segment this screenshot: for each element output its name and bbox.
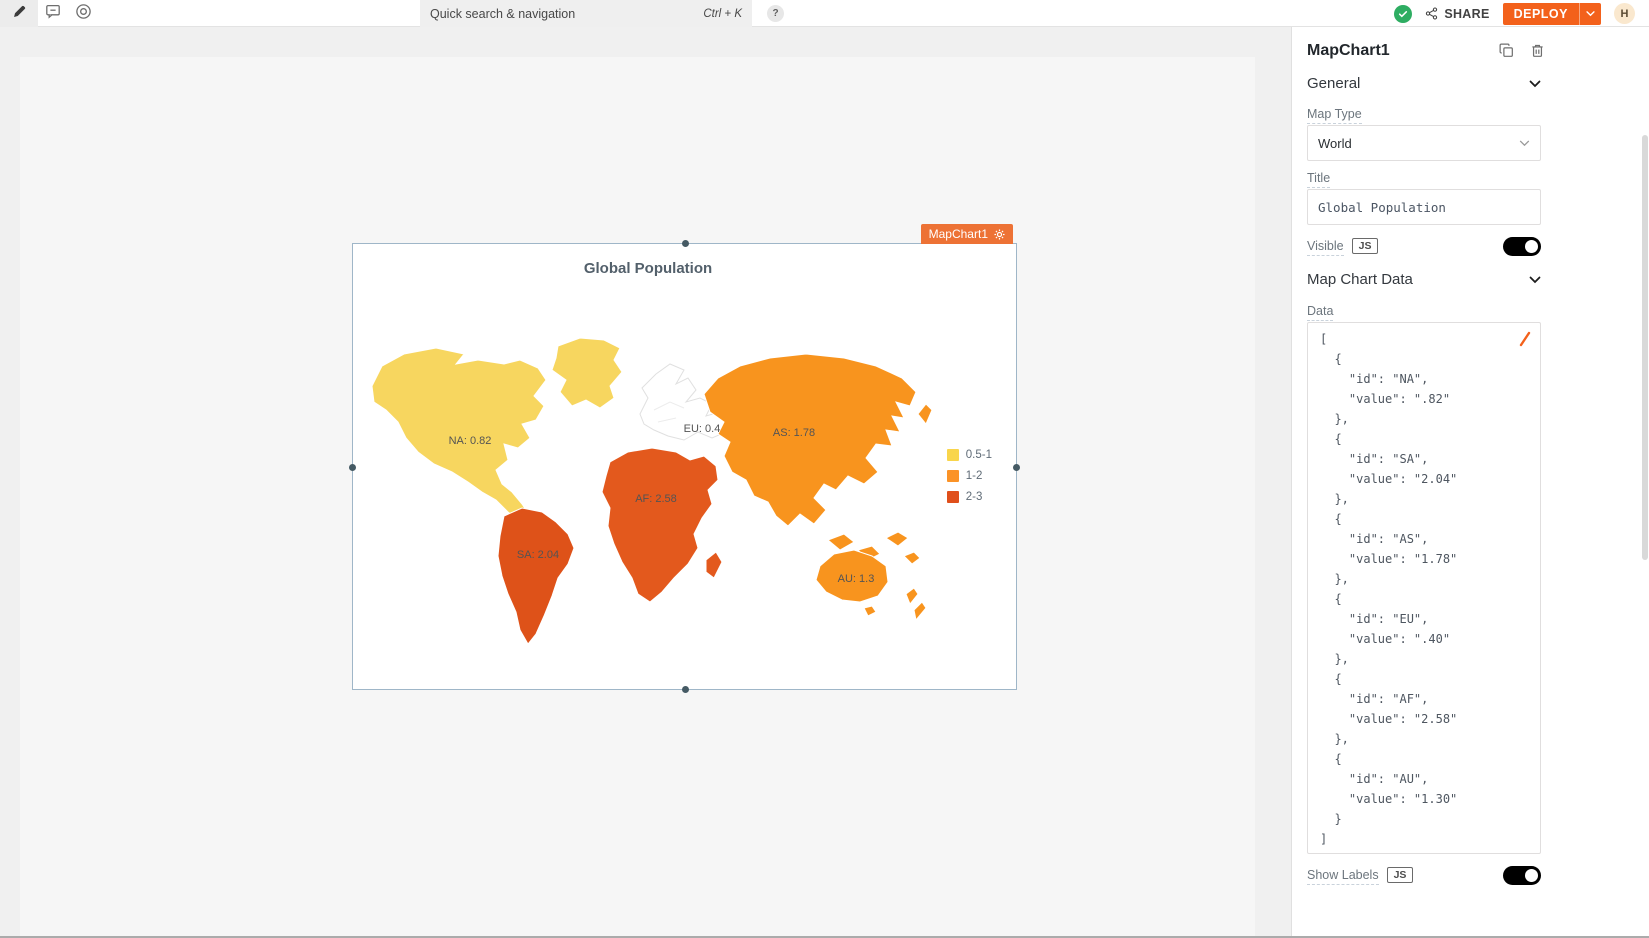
legend-item[interactable]: 2-3 xyxy=(947,491,992,503)
app-window: Quick search & navigation Ctrl + K ? SHA… xyxy=(0,0,1649,938)
widget-name-heading[interactable]: MapChart1 xyxy=(1307,42,1390,60)
map-label-sa: SA: 2.04 xyxy=(517,549,559,561)
visible-toggle[interactable] xyxy=(1503,237,1541,256)
widget-name-tag[interactable]: MapChart1 xyxy=(921,224,1013,244)
map-region-africa[interactable] xyxy=(602,448,718,602)
deploy-label: DEPLOY xyxy=(1503,3,1579,25)
legend-item[interactable]: 1-2 xyxy=(947,470,992,482)
copy-icon xyxy=(1499,43,1514,58)
section-general[interactable]: General xyxy=(1307,75,1541,92)
search-shortcut: Ctrl + K xyxy=(703,8,742,20)
top-bar: Quick search & navigation Ctrl + K ? SHA… xyxy=(0,0,1649,27)
share-nodes-icon xyxy=(1425,7,1438,20)
map-label-af: AF: 2.58 xyxy=(635,493,677,505)
section-general-label: General xyxy=(1307,75,1360,92)
legend-swatch xyxy=(947,449,959,461)
resize-handle-bottom[interactable] xyxy=(682,686,689,693)
slash-command-icon[interactable] xyxy=(1518,331,1532,352)
show-labels-label: Show Labels xyxy=(1307,868,1379,882)
map-type-select[interactable]: World xyxy=(1307,125,1541,161)
toggle-knob xyxy=(1525,240,1538,253)
resize-handle-right[interactable] xyxy=(1013,464,1020,471)
delete-widget-button[interactable] xyxy=(1530,43,1545,58)
legend-label: 0.5-1 xyxy=(966,449,992,461)
map-region-japan[interactable] xyxy=(918,404,932,424)
property-pane: MapChart1 General Map Type World Title G… xyxy=(1291,27,1649,938)
map-region-greenland[interactable] xyxy=(552,338,622,408)
view-mode-icon xyxy=(75,3,92,25)
mapchart-widget[interactable]: MapChart1 Global Population xyxy=(352,243,1017,690)
data-label: Data xyxy=(1307,304,1333,318)
duplicate-widget-button[interactable] xyxy=(1499,43,1514,58)
legend-item[interactable]: 0.5-1 xyxy=(947,449,992,461)
quick-search-input[interactable]: Quick search & navigation Ctrl + K xyxy=(420,0,752,27)
data-code-editor[interactable]: [ { "id": "NA", "value": ".82" }, { "id"… xyxy=(1307,322,1541,854)
world-map: NA: 0.82 EU: 0.4 AS: 1.78 AF: 2.58 SA: 2… xyxy=(358,294,958,664)
map-region-madagascar[interactable] xyxy=(706,552,722,578)
section-map-chart-data-label: Map Chart Data xyxy=(1307,271,1413,288)
map-region-tasmania[interactable] xyxy=(864,606,876,616)
help-button[interactable]: ? xyxy=(767,5,784,22)
trash-icon xyxy=(1530,43,1545,58)
chevron-down-icon xyxy=(1519,140,1530,147)
share-button[interactable]: SHARE xyxy=(1425,7,1489,21)
help-icon: ? xyxy=(772,8,778,19)
editor-canvas[interactable]: MapChart1 Global Population xyxy=(0,27,1290,938)
show-labels-js-toggle-button[interactable]: JS xyxy=(1387,867,1414,883)
visible-row: Visible JS xyxy=(1307,235,1541,257)
chevron-down-icon xyxy=(1586,11,1595,17)
deploy-button[interactable]: DEPLOY xyxy=(1503,3,1601,25)
resize-handle-top[interactable] xyxy=(682,240,689,247)
legend-label: 1-2 xyxy=(966,470,983,482)
deploy-options-button[interactable] xyxy=(1579,3,1601,25)
show-labels-toggle[interactable] xyxy=(1503,866,1541,885)
save-status-indicator xyxy=(1394,5,1412,23)
legend-label: 2-3 xyxy=(966,491,983,503)
section-map-chart-data[interactable]: Map Chart Data xyxy=(1307,271,1541,288)
map-type-label: Map Type xyxy=(1307,107,1362,121)
avatar[interactable]: H xyxy=(1614,3,1635,24)
view-mode-button[interactable] xyxy=(68,0,98,27)
avatar-initial: H xyxy=(1621,8,1629,20)
map-label-au: AU: 1.3 xyxy=(838,573,875,585)
chart-title: Global Population xyxy=(353,260,943,277)
map-region-new-zealand[interactable] xyxy=(906,588,926,620)
comments-button[interactable] xyxy=(38,0,68,27)
widget-tag-label: MapChart1 xyxy=(929,227,988,241)
pencil-icon xyxy=(12,4,27,24)
resize-handle-left[interactable] xyxy=(349,464,356,471)
map-region-asia[interactable] xyxy=(704,354,916,526)
toggle-knob xyxy=(1525,869,1538,882)
search-placeholder: Quick search & navigation xyxy=(430,7,575,21)
chart-legend: 0.5-1 1-2 2-3 xyxy=(947,449,992,503)
title-input-value: Global Population xyxy=(1318,200,1446,215)
data-code-content: [ { "id": "NA", "value": ".82" }, { "id"… xyxy=(1308,323,1540,849)
map-label-eu: EU: 0.4 xyxy=(684,423,721,435)
map-label-na: NA: 0.82 xyxy=(449,435,492,447)
title-input[interactable]: Global Population xyxy=(1307,189,1541,225)
chevron-down-icon xyxy=(1529,80,1541,88)
panel-scrollbar[interactable] xyxy=(1642,135,1648,560)
comment-icon xyxy=(45,3,61,24)
map-region-south-america[interactable] xyxy=(498,508,574,644)
gear-icon[interactable] xyxy=(994,229,1005,240)
map-label-as: AS: 1.78 xyxy=(773,427,815,439)
legend-swatch xyxy=(947,491,959,503)
map-type-value: World xyxy=(1318,136,1352,151)
show-labels-row: Show Labels JS xyxy=(1307,863,1541,887)
edit-mode-button[interactable] xyxy=(0,0,38,27)
visible-js-toggle-button[interactable]: JS xyxy=(1352,238,1379,254)
visible-label: Visible xyxy=(1307,239,1344,253)
chevron-down-icon xyxy=(1529,276,1541,284)
check-icon xyxy=(1398,9,1408,19)
title-label: Title xyxy=(1307,171,1330,185)
legend-swatch xyxy=(947,470,959,482)
share-label: SHARE xyxy=(1444,7,1489,21)
